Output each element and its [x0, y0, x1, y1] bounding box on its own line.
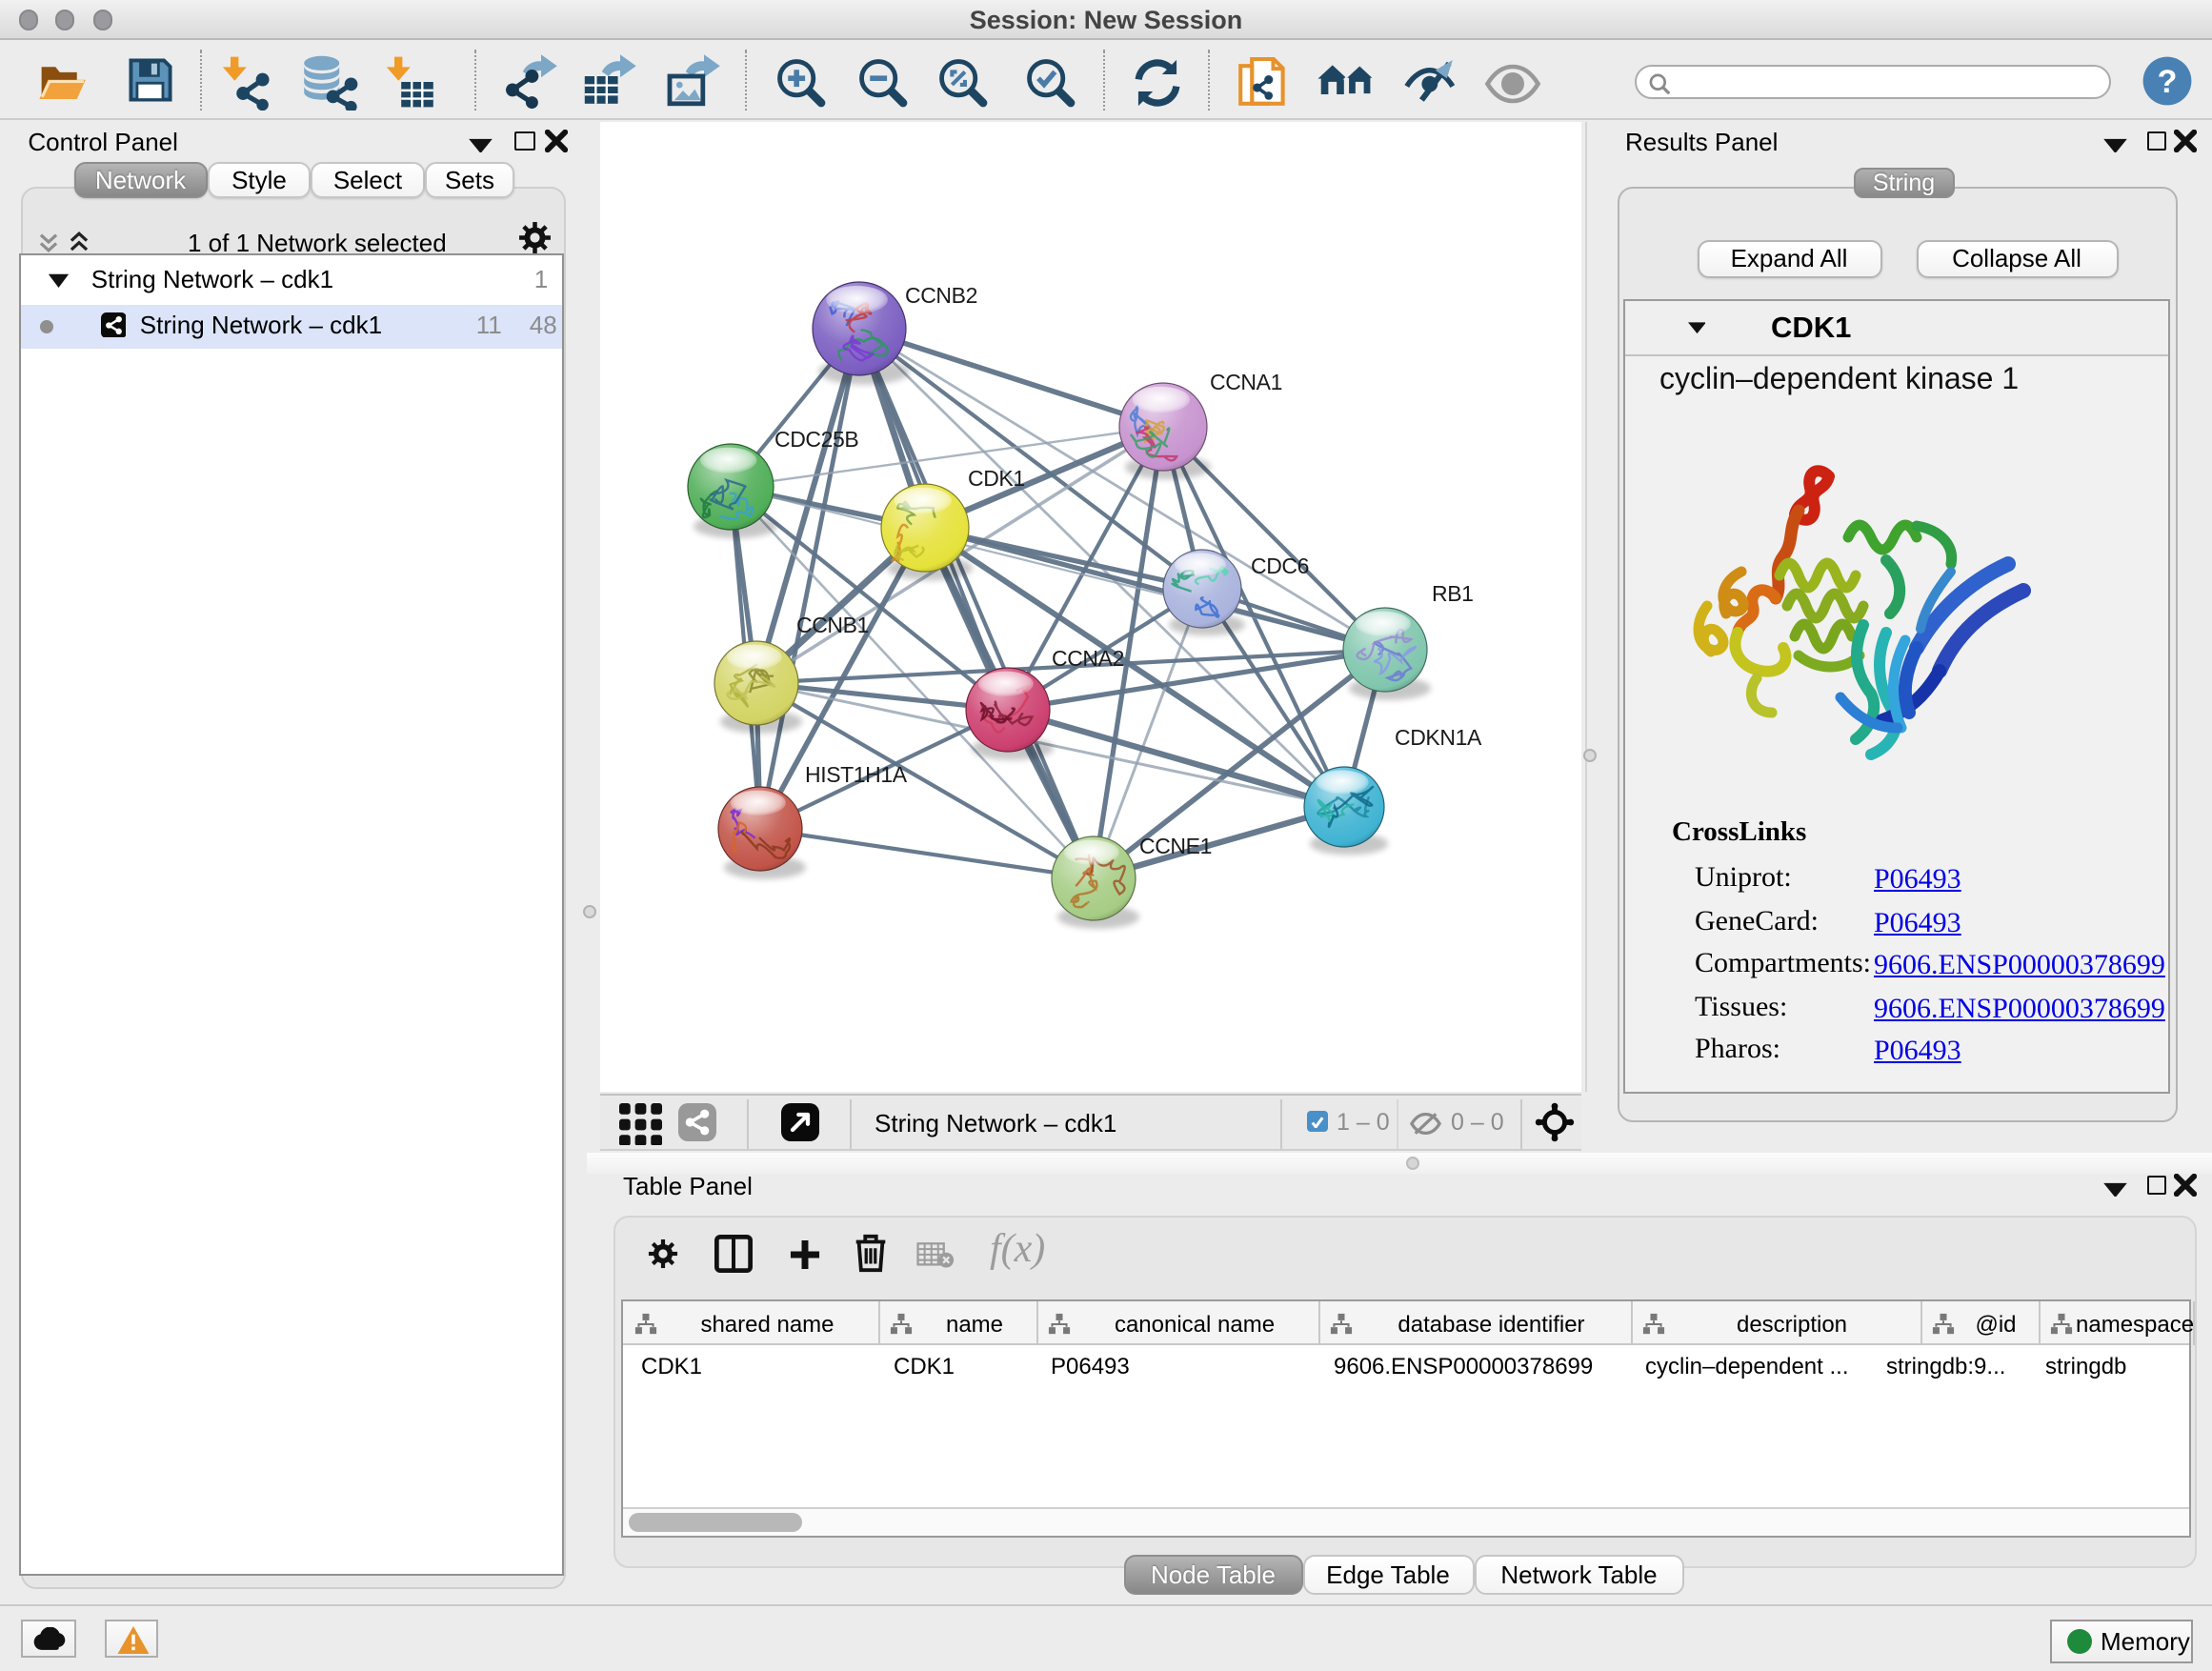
- svg-text:CDC25B: CDC25B: [774, 426, 858, 451]
- svg-text:CCNB2: CCNB2: [905, 282, 977, 307]
- svg-text:CDC6: CDC6: [1251, 553, 1309, 577]
- svg-text:CDK1: CDK1: [968, 465, 1025, 490]
- svg-text:HIST1H1A: HIST1H1A: [805, 761, 908, 786]
- svg-text:?: ?: [2157, 64, 2177, 100]
- svg-text:CCNE1: CCNE1: [1139, 833, 1212, 857]
- svg-text:RB1: RB1: [1432, 580, 1474, 605]
- svg-text:CCNA2: CCNA2: [1052, 645, 1124, 670]
- svg-text:CCNB1: CCNB1: [796, 612, 869, 636]
- svg-text:CCNA1: CCNA1: [1210, 369, 1282, 393]
- svg-text:CDKN1A: CDKN1A: [1395, 724, 1482, 749]
